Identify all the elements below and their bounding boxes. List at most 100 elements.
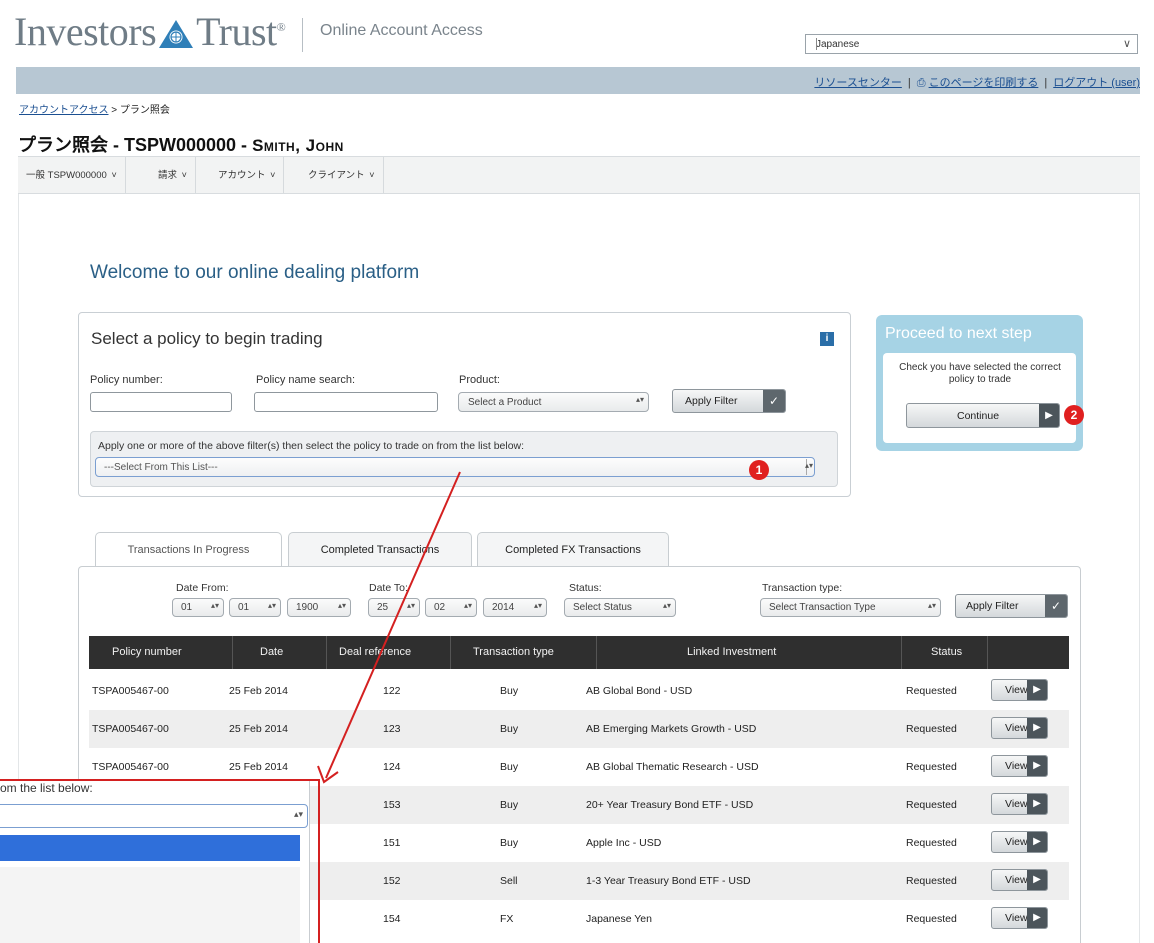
cell-transaction-type: Buy (500, 799, 519, 811)
zoomed-options-area (0, 867, 300, 943)
chevron-down-icon: ˅ (369, 170, 375, 180)
date-to-year-value: 2014 (492, 602, 515, 613)
date-from-year-select[interactable]: 1900 ▴▾ (287, 598, 351, 617)
select-arrows-icon: ▴▾ (463, 601, 472, 610)
tab-transactions-in-progress[interactable]: Transactions In Progress (95, 532, 282, 567)
policy-name-search-input[interactable] (254, 392, 438, 412)
language-select[interactable]: Japanese ∨ (805, 34, 1138, 54)
zoomed-highlighted-option[interactable] (0, 835, 300, 861)
cell-linked-investment: AB Emerging Markets Growth - USD (586, 723, 757, 735)
apply-filter-button[interactable]: Apply Filter ✓ (672, 389, 786, 413)
view-button[interactable]: View ▶ (991, 831, 1048, 853)
nav-account[interactable]: アカウント ˅ (210, 157, 285, 193)
col-transaction-type: Transaction type (473, 646, 554, 658)
play-icon: ▶ (1027, 756, 1047, 776)
date-from-month-value: 01 (238, 602, 250, 613)
view-button[interactable]: View ▶ (991, 717, 1048, 739)
cell-linked-investment: Apple Inc - USD (586, 837, 662, 849)
column-divider (987, 636, 988, 669)
step-1-badge: 1 (749, 460, 769, 480)
policy-list-select[interactable]: ---Select From This List--- ▴▾ (95, 457, 815, 477)
cell-policy-number: TSPA005467-00 (92, 761, 169, 773)
date-to-month-select[interactable]: 02 ▴▾ (425, 598, 477, 617)
transaction-type-select[interactable]: Select Transaction Type ▴▾ (760, 598, 941, 617)
page-title: プラン照会 - TSPW000000 - Smith, John (18, 131, 344, 157)
proceed-title: Proceed to next step (885, 325, 1032, 342)
nav-general[interactable]: 一般 TSPW000000 ˅ (18, 157, 126, 193)
breadcrumb-home-link[interactable]: アカウントアクセス (19, 105, 109, 116)
view-button[interactable]: View ▶ (991, 793, 1048, 815)
tab-completed-fx-transactions[interactable]: Completed FX Transactions (477, 532, 669, 566)
col-status: Status (931, 646, 963, 658)
cell-deal-reference: 154 (383, 913, 401, 925)
investors-trust-logo[interactable]: Investors Trust® (14, 8, 286, 59)
policy-number-input[interactable] (90, 392, 232, 412)
cell-status: Requested (906, 761, 957, 773)
cell-date: 25 Feb 2014 (229, 685, 288, 697)
print-page-link[interactable]: このページを印刷する (929, 77, 1039, 89)
zoomed-policy-select[interactable]: ▴▾ (0, 804, 308, 828)
apply-filter-label: Apply Filter (966, 600, 1019, 612)
status-label: Status: (569, 582, 602, 594)
check-icon: ✓ (763, 390, 785, 412)
date-to-label: Date To: (369, 582, 408, 594)
date-to-day-value: 25 (377, 602, 389, 613)
view-label: View (1005, 684, 1028, 696)
cell-status: Requested (906, 685, 957, 697)
view-button[interactable]: View ▶ (991, 755, 1048, 777)
view-label: View (1005, 912, 1028, 924)
view-button[interactable]: View ▶ (991, 679, 1048, 701)
play-icon: ▶ (1027, 794, 1047, 814)
view-button[interactable]: View ▶ (991, 869, 1048, 891)
tab-completed-transactions[interactable]: Completed Transactions (288, 532, 472, 566)
cell-status: Requested (906, 913, 957, 925)
col-date: Date (260, 646, 284, 658)
table-row: TSPA005467-00 25 Feb 2014 123 Buy AB Eme… (89, 710, 1069, 748)
breadcrumb-current: プラン照会 (119, 105, 170, 116)
col-linked-investment: Linked Investment (687, 646, 777, 658)
date-from-day-select[interactable]: 01 ▴▾ (172, 598, 224, 617)
policy-name-label: Policy name search: (256, 374, 356, 386)
status-select[interactable]: Select Status ▴▾ (564, 598, 676, 617)
date-from-month-select[interactable]: 01 ▴▾ (229, 598, 281, 617)
play-icon: ▶ (1027, 680, 1047, 700)
policy-list-instruction: Apply one or more of the above filter(s)… (98, 440, 525, 452)
resource-center-link[interactable]: リソースセンター (814, 77, 901, 89)
date-to-year-select[interactable]: 2014 ▴▾ (483, 598, 547, 617)
apply-filter-transactions-button[interactable]: Apply Filter ✓ (955, 594, 1068, 618)
table-row: TSPA005467-00 25 Feb 2014 122 Buy AB Glo… (89, 672, 1069, 710)
column-divider (326, 636, 327, 669)
transactions-table-header: Policy number Date Deal reference Transa… (89, 636, 1069, 669)
cell-deal-reference: 153 (383, 799, 401, 811)
chevron-down-icon: ˅ (181, 170, 187, 180)
step-2-badge: 2 (1064, 405, 1084, 425)
product-select[interactable]: Select a Product ▴▾ (458, 392, 649, 412)
check-icon: ✓ (1045, 595, 1067, 617)
play-icon: ▶ (1027, 908, 1047, 928)
column-divider (596, 636, 597, 669)
view-button[interactable]: View ▶ (991, 907, 1048, 929)
page-title-prefix: プラン照会 - TSPW000000 - (18, 135, 253, 155)
nav-billing[interactable]: 請求 ˅ (150, 157, 196, 193)
cell-deal-reference: 152 (383, 875, 401, 887)
view-label: View (1005, 760, 1028, 772)
cell-status: Requested (906, 723, 957, 735)
play-icon: ▶ (1027, 870, 1047, 890)
breadcrumb: アカウントアクセス > プラン照会 (19, 101, 170, 116)
select-arrows-icon: ▴▾ (662, 601, 671, 610)
continue-button[interactable]: Continue ▶ (906, 403, 1060, 428)
policy-list-value: ---Select From This List--- (104, 462, 218, 473)
col-deal-reference: Deal reference (339, 646, 412, 658)
cell-status: Requested (906, 837, 957, 849)
proceed-message: Check you have selected the correct poli… (899, 362, 1061, 385)
date-to-day-select[interactable]: 25 ▴▾ (368, 598, 420, 617)
play-icon: ▶ (1027, 832, 1047, 852)
select-arrows-icon: ▴▾ (210, 601, 219, 610)
cell-policy-number: TSPA005467-00 (92, 685, 169, 697)
nav-client[interactable]: クライアント ˅ (300, 157, 384, 193)
logo-divider (302, 18, 303, 52)
zoomed-instruction-text: om the list below: (0, 781, 93, 795)
logout-link[interactable]: ログアウト (user) (1053, 77, 1140, 89)
info-icon[interactable]: i (820, 332, 834, 346)
top-links: リソースセンター | ⎙ このページを印刷する | ログアウト (user) (814, 77, 1140, 89)
